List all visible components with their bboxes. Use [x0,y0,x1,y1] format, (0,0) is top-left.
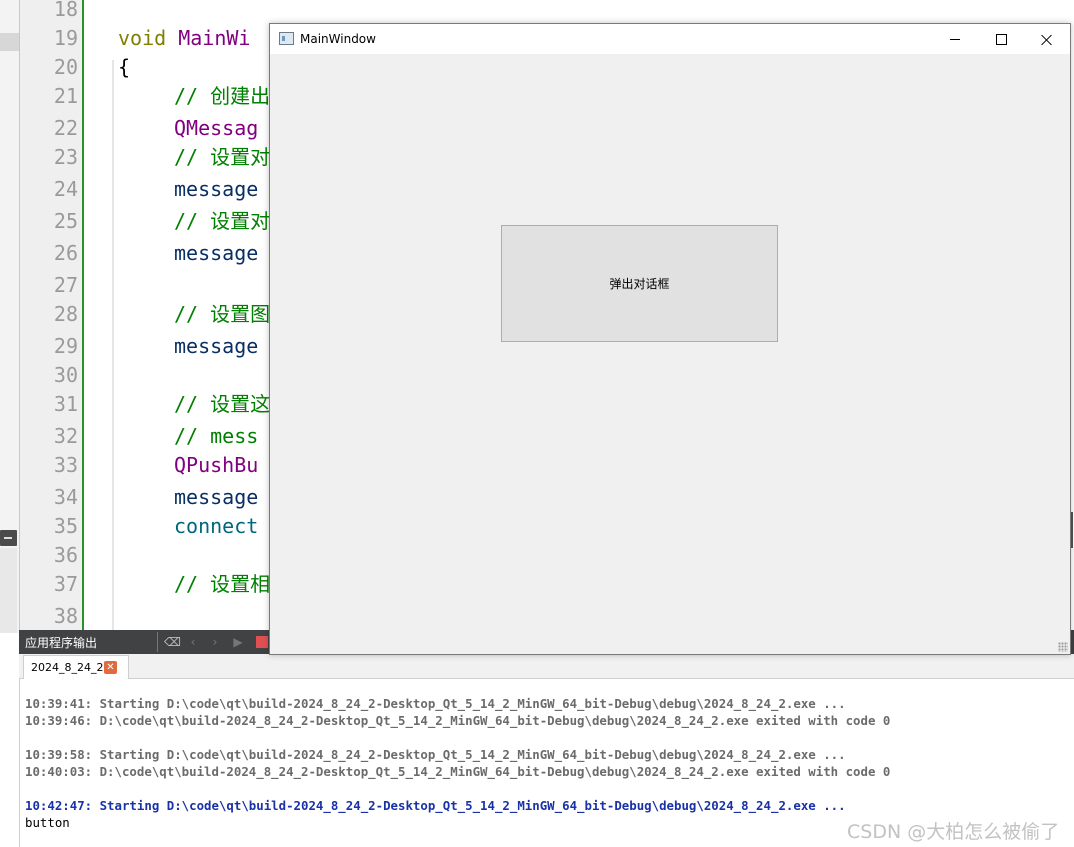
watermark: CSDN @大柏怎么被偷了 [847,821,1060,843]
left-side-strip [0,0,20,633]
code-line-35: connect [174,514,259,538]
line-number: 37 [53,572,78,596]
code-line-37: // 设置相 [174,572,270,596]
code-line-33: QPushBu [174,453,259,477]
app-window-icon [279,32,294,45]
clear-output-icon[interactable]: ⌫ [164,635,181,649]
stop-icon[interactable] [256,636,268,648]
code-line-26: message [174,241,259,265]
window-title-bar[interactable]: MainWindow [270,24,1070,54]
code-line-28: // 设置图 [174,302,270,326]
window-title: MainWindow [300,32,376,46]
left-strip-selection [0,33,19,51]
output-line: button [25,815,70,830]
line-number: 33 [53,453,78,477]
run-icon[interactable]: ▶ [231,635,245,649]
line-number: 29 [53,334,78,358]
line-number: 28 [53,302,78,326]
line-number: 25 [53,209,78,233]
line-number: 34 [53,485,78,509]
code-line-24: message [174,177,259,201]
code-line-34: message [174,485,259,509]
code-line-19: void MainWi [118,26,251,50]
output-tab-bar: 2024_8_24_2 ✕ [19,654,1074,679]
output-tab[interactable]: 2024_8_24_2 ✕ [23,655,129,679]
line-number: 32 [53,424,78,448]
resize-grip-icon[interactable] [1058,642,1068,652]
output-line: 10:39:46: D:\code\qt\build-2024_8_24_2-D… [25,713,891,728]
indent-guide [112,60,114,633]
line-number: 20 [53,55,78,79]
left-strip-panel [0,548,17,633]
collapse-pane-icon[interactable] [0,530,17,546]
line-number: 35 [53,514,78,538]
output-line: 10:42:47: Starting D:\code\qt\build-2024… [25,798,846,813]
output-pane-title: 应用程序输出 [25,636,98,650]
code-line-21: // 创建出 [174,84,270,108]
line-number: 26 [53,241,78,265]
scroll-marker [1071,512,1073,548]
code-editor[interactable]: void MainWi { // 创建出 QMessag // 设置对 mess… [84,0,270,633]
output-tab-label: 2024_8_24_2 [31,661,104,674]
line-number: 24 [53,177,78,201]
minimize-icon[interactable] [932,24,978,54]
code-line-20: { [118,55,131,79]
line-number: 21 [53,84,78,108]
output-line: 10:39:41: Starting D:\code\qt\build-2024… [25,696,846,711]
line-number: 27 [53,273,78,297]
close-tab-icon[interactable]: ✕ [104,661,117,674]
line-number: 31 [53,392,78,416]
line-number: 38 [53,604,78,628]
maximize-icon[interactable] [978,24,1024,54]
close-window-icon[interactable] [1024,24,1070,54]
show-dialog-button[interactable]: 弹出对话框 [501,225,778,342]
code-line-29: message [174,334,259,358]
line-number: 36 [53,543,78,567]
toolbar-separator [157,632,158,652]
line-number: 19 [53,26,78,50]
line-number: 22 [53,116,78,140]
code-line-31: // 设置这 [174,392,270,416]
code-line-22: QMessag [174,116,259,140]
output-line: 10:40:03: D:\code\qt\build-2024_8_24_2-D… [25,764,891,779]
code-line-25: // 设置对 [174,209,270,233]
main-window: MainWindow 弹出对话框 [269,23,1071,655]
line-number: 23 [53,145,78,169]
code-line-23: // 设置对 [174,145,270,169]
code-line-32: // mess [174,424,259,448]
previous-icon[interactable]: ‹ [186,635,200,649]
next-icon[interactable]: › [208,635,222,649]
output-line: 10:39:58: Starting D:\code\qt\build-2024… [25,747,846,762]
line-number: 18 [53,0,78,21]
line-number: 30 [53,363,78,387]
output-toolbar: 应用程序输出 ⌫ ‹ › ▶ [19,630,270,654]
